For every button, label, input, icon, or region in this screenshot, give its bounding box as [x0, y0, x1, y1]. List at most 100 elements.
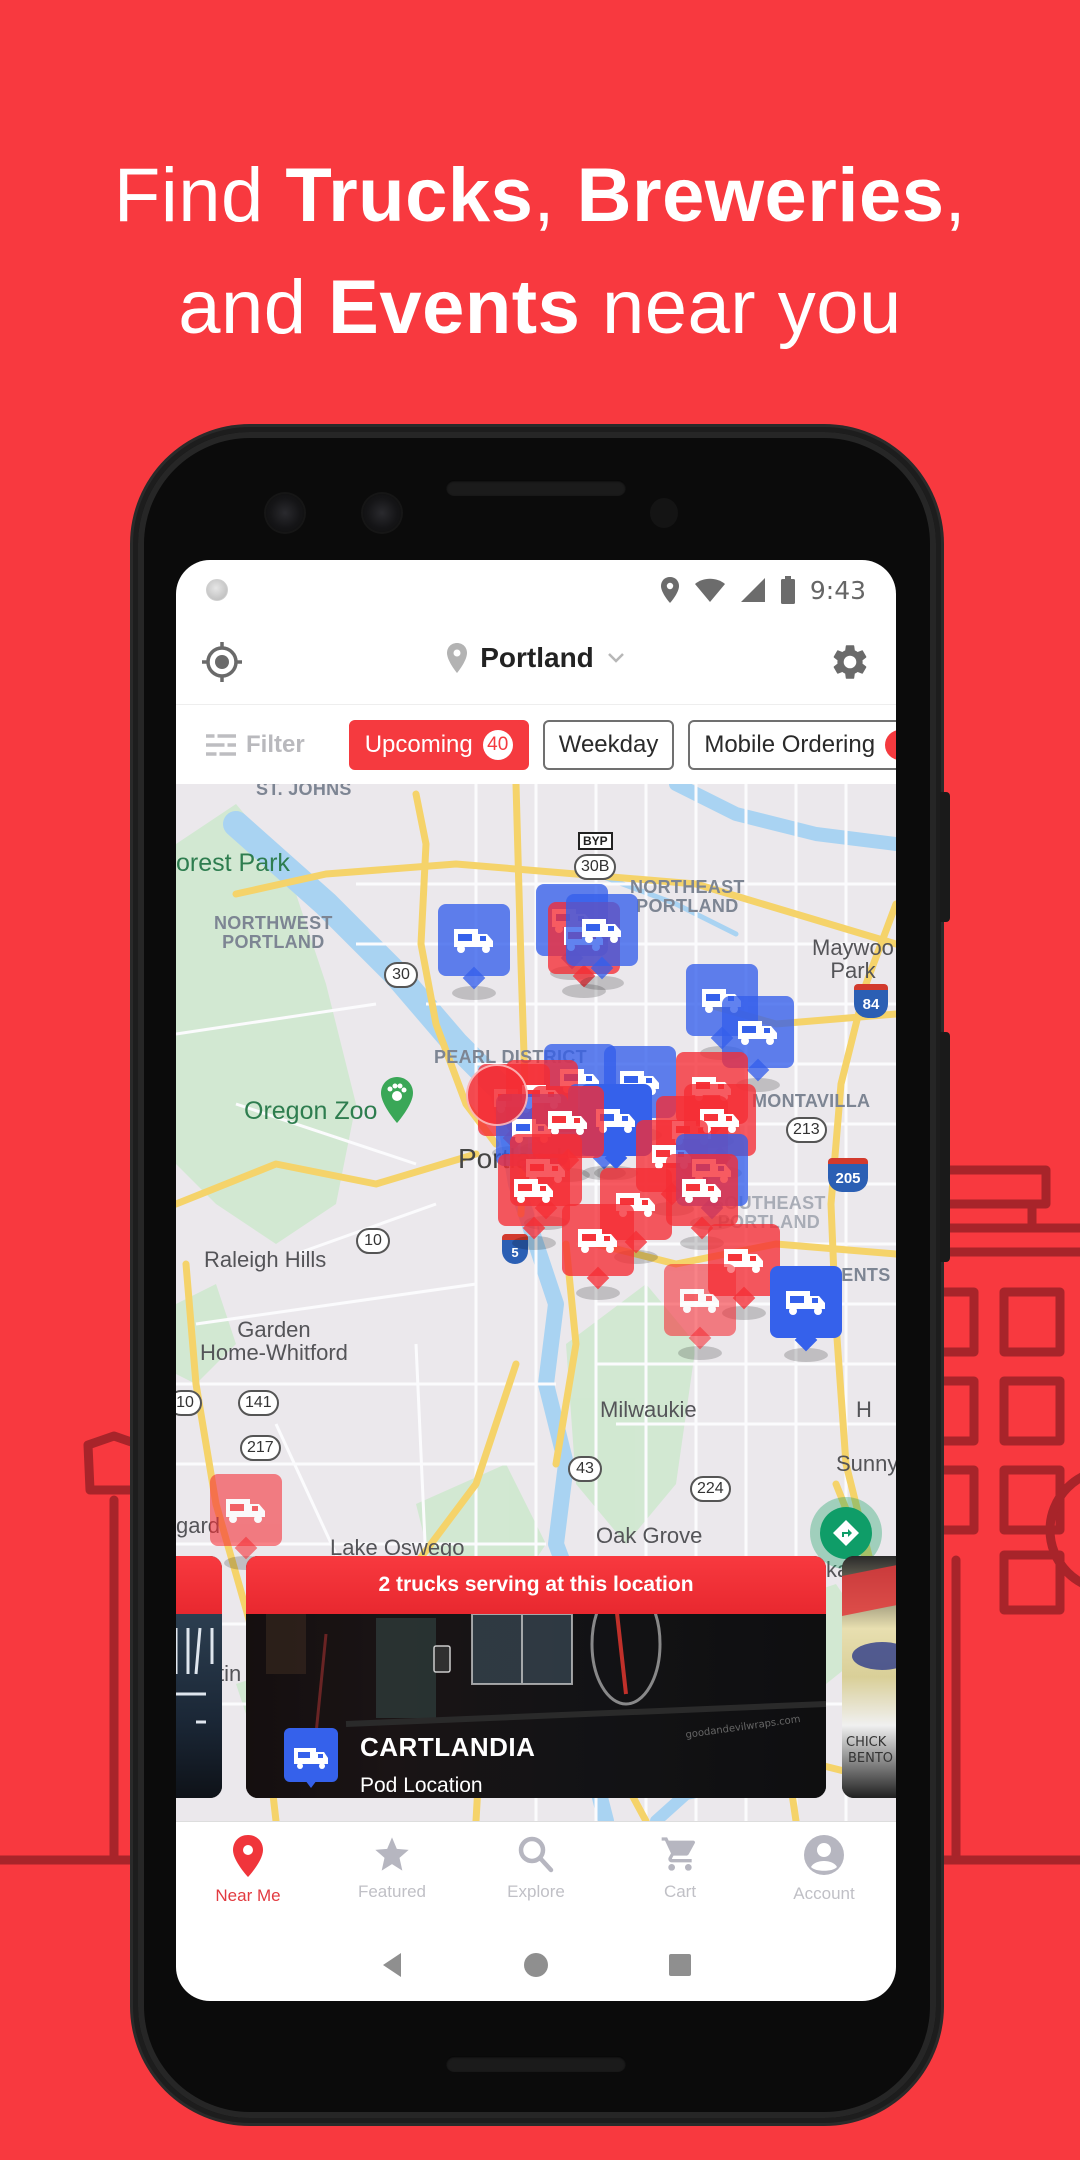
locate-me-button[interactable] — [198, 638, 246, 686]
system-navigation-bar — [176, 1929, 896, 2001]
location-card-cartlandia[interactable]: 2 trucks serving at this location goodan… — [246, 1556, 826, 1798]
card-photo: goodandevilwraps.com CARTLANDIA Pod Loca… — [246, 1582, 826, 1798]
star-icon — [375, 1837, 409, 1871]
truck-marker[interactable] — [498, 1154, 570, 1250]
chip-mobile-ordering[interactable]: Mobile Ordering — [688, 719, 896, 770]
food-truck-icon — [566, 894, 638, 966]
card-photo: CHICK BENTO — [842, 1556, 896, 1798]
filter-label: Filter — [246, 730, 305, 758]
chip-label: Weekday — [558, 730, 659, 758]
status-time: 9:43 — [809, 575, 866, 605]
route-shield-10: 10 — [356, 1228, 390, 1254]
volume-button — [940, 1032, 950, 1262]
map-label-forest-park: orest Park — [176, 849, 290, 877]
map-pin-icon — [447, 643, 468, 673]
route-shield-224: 224 — [690, 1476, 731, 1502]
chevron-down-icon — [607, 653, 624, 663]
chip-upcoming[interactable]: Upcoming 40 — [348, 719, 529, 770]
map-label-northwest-portland: NORTHWEST PORTLAND — [214, 913, 333, 952]
location-card-next[interactable]: CHICK BENTO — [842, 1556, 896, 1798]
card-banner: 2 trucks serving at this location — [246, 1556, 826, 1614]
route-shield-213: 213 — [786, 1117, 827, 1143]
tab-featured[interactable]: Featured — [320, 1822, 464, 1929]
location-card-previous[interactable] — [176, 1556, 222, 1798]
front-camera-icon — [363, 494, 401, 532]
back-button[interactable] — [320, 1952, 464, 1978]
map-label-oregon-zoo: Oregon Zoo — [244, 1097, 378, 1125]
phone-frame: 9:43 Portland Filter Upcoming 40 Weekday… — [138, 432, 950, 2118]
location-icon — [660, 577, 679, 603]
chip-label: Upcoming — [364, 730, 473, 758]
cluster-marker[interactable] — [466, 1064, 528, 1126]
battery-icon — [780, 576, 795, 604]
route-shield-byp: BYP — [578, 832, 613, 850]
route-shield-217: 217 — [240, 1435, 281, 1461]
map-label-sunnyside: Sunny — [836, 1451, 896, 1476]
front-camera-icon — [266, 494, 304, 532]
app-header: Portland — [176, 620, 896, 704]
headline-line-2: and Events near you — [178, 265, 902, 350]
tab-explore[interactable]: Explore — [464, 1822, 608, 1929]
chip-count-badge: 40 — [482, 729, 513, 760]
tab-near-me[interactable]: Near Me — [176, 1822, 320, 1929]
proximity-sensor — [650, 498, 678, 528]
svg-text:CHICK: CHICK — [846, 1735, 887, 1750]
gps-locate-icon — [202, 642, 242, 682]
power-button — [940, 792, 950, 922]
wifi-icon — [694, 578, 725, 602]
tab-label: Featured — [357, 1882, 427, 1901]
gear-icon — [833, 645, 867, 679]
chip-label: Mobile Ordering — [704, 730, 876, 758]
back-icon — [383, 1953, 401, 1977]
signal-icon — [740, 578, 765, 602]
sliders-icon — [206, 731, 236, 758]
svg-text:BENTO: BENTO — [848, 1751, 893, 1766]
home-button[interactable] — [464, 1952, 608, 1978]
cart-icon — [661, 1837, 696, 1871]
map-label-raleigh-hills: Raleigh Hills — [204, 1247, 327, 1272]
city-picker[interactable]: Portland — [416, 642, 656, 674]
card-title: CARTLANDIA — [360, 1732, 536, 1762]
app-screen: 9:43 Portland Filter Upcoming 40 Weekday… — [176, 560, 896, 2001]
truck-marker[interactable] — [770, 1266, 842, 1362]
tab-account[interactable]: Account — [752, 1822, 896, 1929]
zoo-paw-icon — [381, 1077, 413, 1123]
bottom-navigation: Near Me Featured Explore Cart Account — [176, 1821, 896, 1929]
map-label-st-johns: ST. JOHNS — [256, 784, 352, 799]
map-label-montavilla: MONTAVILLA — [752, 1091, 871, 1111]
map-label-milwaukie: Milwaukie — [600, 1397, 697, 1422]
card-subtitle: Pod Location — [360, 1774, 483, 1797]
chip-count-badge — [885, 729, 896, 760]
settings-button[interactable] — [826, 638, 874, 686]
map-label-garden-home: Garden Home-Whitford — [200, 1317, 348, 1366]
tab-label: Explore — [507, 1882, 565, 1901]
interstate-shield-84: 84 — [854, 984, 888, 1018]
map-pin-icon — [233, 1835, 263, 1877]
food-truck-icon — [562, 1204, 634, 1276]
map-label-oak-grove: Oak Grove — [596, 1523, 703, 1548]
tab-cart[interactable]: Cart — [608, 1822, 752, 1929]
home-icon — [524, 1953, 548, 1977]
directions-icon — [833, 1520, 859, 1546]
truck-marker[interactable] — [562, 1204, 634, 1300]
search-icon — [518, 1836, 554, 1873]
filter-bar: Filter Upcoming 40 Weekday Mobile Orderi… — [176, 704, 896, 784]
food-truck-icon — [664, 1264, 736, 1336]
map-label-maywood-park: Maywoo Park — [812, 935, 894, 984]
truck-marker[interactable] — [210, 1474, 282, 1570]
chalkboard-sign-image — [176, 1627, 214, 1724]
city-name: Portland — [480, 642, 594, 673]
truck-marker[interactable] — [438, 904, 510, 1000]
recents-button[interactable] — [608, 1953, 752, 1977]
route-shield-141: 141 — [238, 1390, 279, 1416]
route-shield-30: 30 — [384, 962, 418, 988]
chip-weekday[interactable]: Weekday — [542, 719, 675, 770]
filter-button[interactable]: Filter — [206, 731, 305, 759]
food-truck-icon — [666, 1154, 738, 1226]
lamp-post-icon — [83, 1431, 145, 1865]
route-shield-10-west: 10 — [176, 1390, 202, 1416]
bottom-speaker — [446, 2056, 626, 2072]
truck-marker[interactable] — [566, 894, 638, 990]
food-truck-icon — [210, 1474, 282, 1546]
truck-marker[interactable] — [664, 1264, 736, 1360]
